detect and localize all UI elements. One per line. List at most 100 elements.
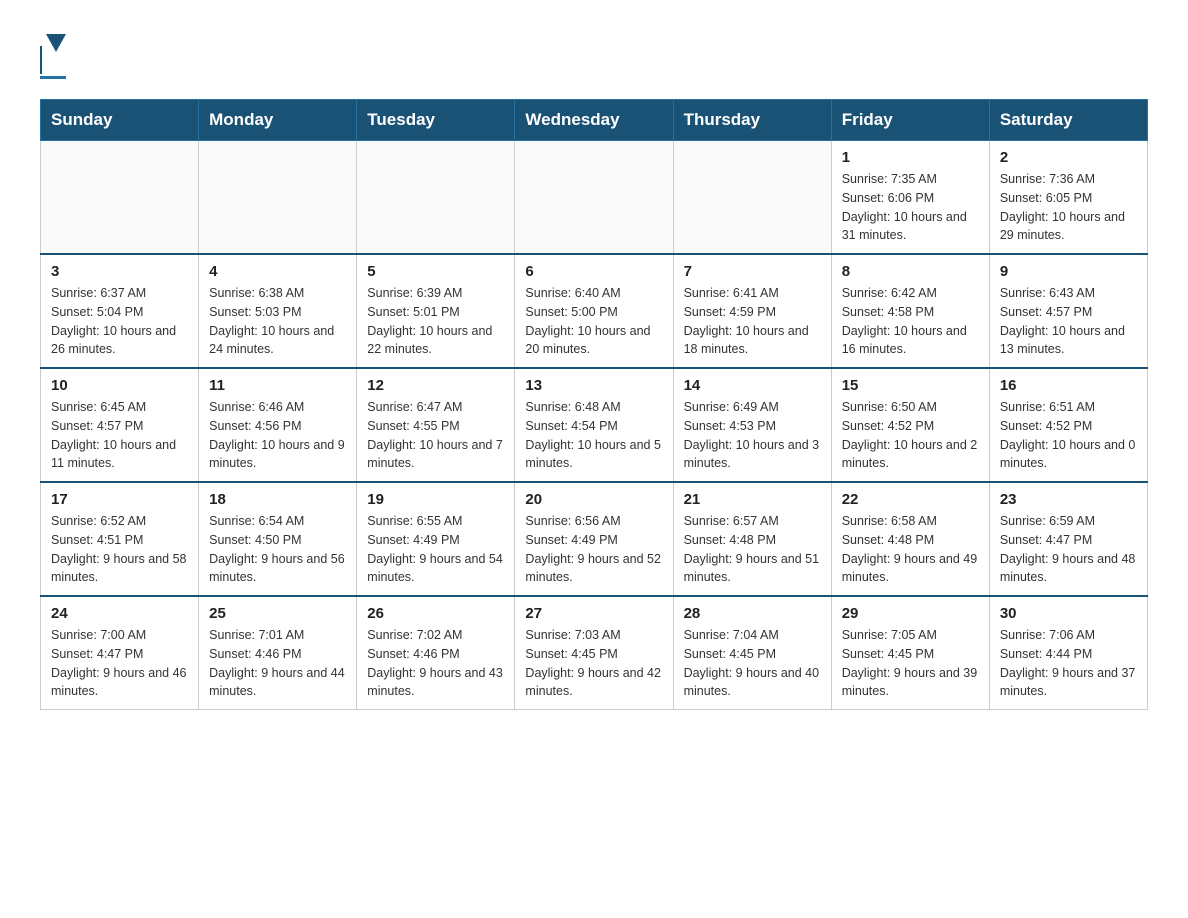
calendar-day-cell xyxy=(357,141,515,255)
day-info: Sunrise: 6:40 AMSunset: 5:00 PMDaylight:… xyxy=(525,284,662,359)
calendar-day-cell: 23Sunrise: 6:59 AMSunset: 4:47 PMDayligh… xyxy=(989,482,1147,596)
calendar-table: SundayMondayTuesdayWednesdayThursdayFrid… xyxy=(40,99,1148,710)
day-number: 13 xyxy=(525,377,662,394)
day-of-week-header: Tuesday xyxy=(357,100,515,141)
calendar-day-cell: 18Sunrise: 6:54 AMSunset: 4:50 PMDayligh… xyxy=(199,482,357,596)
day-number: 11 xyxy=(209,377,346,394)
day-number: 27 xyxy=(525,605,662,622)
calendar-day-cell: 2 Sunrise: 7:36 AMSunset: 6:05 PMDaylight… xyxy=(989,141,1147,255)
day-info: Sunrise: 7:00 AMSunset: 4:47 PMDaylight:… xyxy=(51,626,188,701)
day-info: Sunrise: 6:37 AMSunset: 5:04 PMDaylight:… xyxy=(51,284,188,359)
day-number: 21 xyxy=(684,491,821,508)
calendar-day-cell: 27 Sunrise: 7:03 AMSunset: 4:45 PMDayligh… xyxy=(515,596,673,710)
day-info: Sunrise: 6:42 AMSunset: 4:58 PMDaylight:… xyxy=(842,284,979,359)
day-number: 29 xyxy=(842,605,979,622)
calendar-day-cell: 28Sunrise: 7:04 AMSunset: 4:45 PMDayligh… xyxy=(673,596,831,710)
day-info: Sunrise: 6:51 AMSunset: 4:52 PMDaylight:… xyxy=(1000,398,1137,473)
calendar-day-cell: 11 Sunrise: 6:46 AMSunset: 4:56 PMDayligh… xyxy=(199,368,357,482)
day-info: Sunrise: 6:47 AMSunset: 4:55 PMDaylight:… xyxy=(367,398,504,473)
calendar-day-cell: 12 Sunrise: 6:47 AMSunset: 4:55 PMDayligh… xyxy=(357,368,515,482)
calendar-week-row: 10Sunrise: 6:45 AMSunset: 4:57 PMDayligh… xyxy=(41,368,1148,482)
day-info: Sunrise: 6:54 AMSunset: 4:50 PMDaylight:… xyxy=(209,512,346,587)
day-number: 24 xyxy=(51,605,188,622)
day-info: Sunrise: 6:48 AMSunset: 4:54 PMDaylight:… xyxy=(525,398,662,473)
day-of-week-header: Wednesday xyxy=(515,100,673,141)
day-of-week-header: Monday xyxy=(199,100,357,141)
day-number: 25 xyxy=(209,605,346,622)
day-info: Sunrise: 6:38 AMSunset: 5:03 PMDaylight:… xyxy=(209,284,346,359)
day-number: 19 xyxy=(367,491,504,508)
calendar-day-cell: 3 Sunrise: 6:37 AMSunset: 5:04 PMDaylight… xyxy=(41,254,199,368)
day-number: 2 xyxy=(1000,149,1137,166)
calendar-day-cell: 16 Sunrise: 6:51 AMSunset: 4:52 PMDayligh… xyxy=(989,368,1147,482)
day-info: Sunrise: 6:39 AMSunset: 5:01 PMDaylight:… xyxy=(367,284,504,359)
day-number: 4 xyxy=(209,263,346,280)
day-number: 7 xyxy=(684,263,821,280)
day-of-week-header: Saturday xyxy=(989,100,1147,141)
day-number: 23 xyxy=(1000,491,1137,508)
calendar-day-cell: 4 Sunrise: 6:38 AMSunset: 5:03 PMDaylight… xyxy=(199,254,357,368)
day-info: Sunrise: 6:57 AMSunset: 4:48 PMDaylight:… xyxy=(684,512,821,587)
calendar-week-row: 3 Sunrise: 6:37 AMSunset: 5:04 PMDaylight… xyxy=(41,254,1148,368)
day-of-week-header: Friday xyxy=(831,100,989,141)
calendar-day-cell: 14 Sunrise: 6:49 AMSunset: 4:53 PMDayligh… xyxy=(673,368,831,482)
day-number: 28 xyxy=(684,605,821,622)
day-info: Sunrise: 6:56 AMSunset: 4:49 PMDaylight:… xyxy=(525,512,662,587)
calendar-day-cell: 17Sunrise: 6:52 AMSunset: 4:51 PMDayligh… xyxy=(41,482,199,596)
calendar-day-cell: 22 Sunrise: 6:58 AMSunset: 4:48 PMDayligh… xyxy=(831,482,989,596)
day-number: 14 xyxy=(684,377,821,394)
day-info: Sunrise: 7:36 AMSunset: 6:05 PMDaylight:… xyxy=(1000,170,1137,245)
day-info: Sunrise: 6:43 AMSunset: 4:57 PMDaylight:… xyxy=(1000,284,1137,359)
calendar-day-cell xyxy=(199,141,357,255)
calendar-day-cell xyxy=(41,141,199,255)
calendar-day-cell: 10Sunrise: 6:45 AMSunset: 4:57 PMDayligh… xyxy=(41,368,199,482)
day-number: 8 xyxy=(842,263,979,280)
day-number: 22 xyxy=(842,491,979,508)
calendar-day-cell xyxy=(673,141,831,255)
calendar-day-cell: 6 Sunrise: 6:40 AMSunset: 5:00 PMDaylight… xyxy=(515,254,673,368)
calendar-week-row: 24 Sunrise: 7:00 AMSunset: 4:47 PMDayligh… xyxy=(41,596,1148,710)
day-info: Sunrise: 6:55 AMSunset: 4:49 PMDaylight:… xyxy=(367,512,504,587)
calendar-day-cell xyxy=(515,141,673,255)
day-info: Sunrise: 6:52 AMSunset: 4:51 PMDaylight:… xyxy=(51,512,188,587)
calendar-day-cell: 13 Sunrise: 6:48 AMSunset: 4:54 PMDayligh… xyxy=(515,368,673,482)
logo-triangle-icon xyxy=(46,34,66,52)
day-info: Sunrise: 7:06 AMSunset: 4:44 PMDaylight:… xyxy=(1000,626,1137,701)
day-number: 12 xyxy=(367,377,504,394)
calendar-week-row: 1 Sunrise: 7:35 AMSunset: 6:06 PMDaylight… xyxy=(41,141,1148,255)
calendar-day-cell: 30Sunrise: 7:06 AMSunset: 4:44 PMDayligh… xyxy=(989,596,1147,710)
day-info: Sunrise: 6:50 AMSunset: 4:52 PMDaylight:… xyxy=(842,398,979,473)
day-info: Sunrise: 7:35 AMSunset: 6:06 PMDaylight:… xyxy=(842,170,979,245)
day-number: 9 xyxy=(1000,263,1137,280)
calendar-day-cell: 26 Sunrise: 7:02 AMSunset: 4:46 PMDayligh… xyxy=(357,596,515,710)
logo xyxy=(40,30,66,79)
day-info: Sunrise: 6:41 AMSunset: 4:59 PMDaylight:… xyxy=(684,284,821,359)
logo-divider xyxy=(40,76,66,79)
calendar-day-cell: 9 Sunrise: 6:43 AMSunset: 4:57 PMDaylight… xyxy=(989,254,1147,368)
day-number: 6 xyxy=(525,263,662,280)
calendar-day-cell: 20 Sunrise: 6:56 AMSunset: 4:49 PMDayligh… xyxy=(515,482,673,596)
calendar-day-cell: 25Sunrise: 7:01 AMSunset: 4:46 PMDayligh… xyxy=(199,596,357,710)
day-info: Sunrise: 6:46 AMSunset: 4:56 PMDaylight:… xyxy=(209,398,346,473)
calendar-day-cell: 5 Sunrise: 6:39 AMSunset: 5:01 PMDaylight… xyxy=(357,254,515,368)
day-number: 5 xyxy=(367,263,504,280)
day-info: Sunrise: 7:05 AMSunset: 4:45 PMDaylight:… xyxy=(842,626,979,701)
day-number: 3 xyxy=(51,263,188,280)
day-number: 1 xyxy=(842,149,979,166)
day-info: Sunrise: 6:58 AMSunset: 4:48 PMDaylight:… xyxy=(842,512,979,587)
day-info: Sunrise: 6:49 AMSunset: 4:53 PMDaylight:… xyxy=(684,398,821,473)
calendar-week-row: 17Sunrise: 6:52 AMSunset: 4:51 PMDayligh… xyxy=(41,482,1148,596)
day-number: 16 xyxy=(1000,377,1137,394)
day-number: 15 xyxy=(842,377,979,394)
calendar-day-cell: 29 Sunrise: 7:05 AMSunset: 4:45 PMDayligh… xyxy=(831,596,989,710)
calendar-day-cell: 1 Sunrise: 7:35 AMSunset: 6:06 PMDaylight… xyxy=(831,141,989,255)
calendar-day-cell: 8 Sunrise: 6:42 AMSunset: 4:58 PMDaylight… xyxy=(831,254,989,368)
calendar-day-cell: 7 Sunrise: 6:41 AMSunset: 4:59 PMDaylight… xyxy=(673,254,831,368)
day-info: Sunrise: 7:03 AMSunset: 4:45 PMDaylight:… xyxy=(525,626,662,701)
day-of-week-header: Sunday xyxy=(41,100,199,141)
calendar-day-cell: 24 Sunrise: 7:00 AMSunset: 4:47 PMDayligh… xyxy=(41,596,199,710)
day-info: Sunrise: 7:02 AMSunset: 4:46 PMDaylight:… xyxy=(367,626,504,701)
day-number: 10 xyxy=(51,377,188,394)
day-number: 26 xyxy=(367,605,504,622)
day-number: 20 xyxy=(525,491,662,508)
